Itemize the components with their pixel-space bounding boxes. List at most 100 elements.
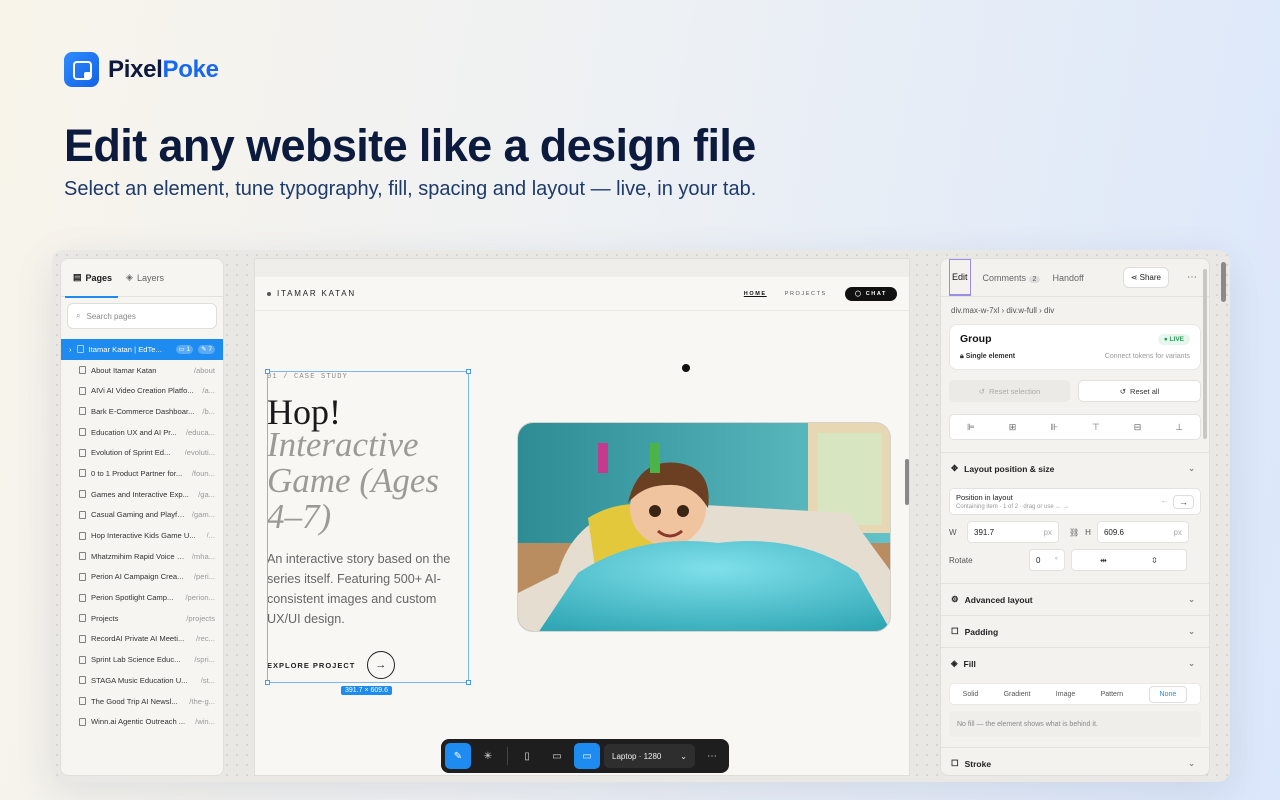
page-item[interactable]: Perion Spotlight Camp.../perion... xyxy=(61,587,223,608)
website-canvas[interactable]: ITAMAR KATAN HOME PROJECTS ◯ CHAT 01 / C… xyxy=(254,258,910,776)
comments-badge: ▭ 1 xyxy=(175,344,194,354)
width-field[interactable]: 391.7 px xyxy=(967,521,1059,543)
page-item[interactable]: Projects/projects xyxy=(61,608,223,629)
fill-tab-none[interactable]: None xyxy=(1148,685,1188,703)
cursor-dot xyxy=(682,364,690,372)
resize-handle[interactable] xyxy=(265,369,270,374)
more-options-button[interactable]: ⋯ xyxy=(699,743,725,769)
chevron-down-icon: ⌄ xyxy=(1188,464,1195,473)
lock-icon: 🔒︎ xyxy=(960,353,964,360)
resize-handle[interactable] xyxy=(466,680,471,685)
align-bottom-icon[interactable]: ⊥ xyxy=(1175,422,1183,433)
advanced-layout-section[interactable]: ⚙ Advanced layout ⌄ xyxy=(941,583,1209,615)
link-icon[interactable]: ⛓ xyxy=(1069,528,1079,537)
page-icon xyxy=(79,510,86,519)
size-row: W 391.7 px ⛓ H 609.6 px xyxy=(949,521,1201,543)
page-icon xyxy=(79,717,86,726)
inspector-scrollbar[interactable] xyxy=(1203,269,1207,439)
align-left-icon[interactable]: ⊫ xyxy=(967,422,975,433)
edit-mode-button[interactable]: ✎ xyxy=(445,743,471,769)
single-element-label: 🔒︎ Single element xyxy=(960,353,1016,360)
page-item[interactable]: Hop Interactive Kids Game U.../... xyxy=(61,525,223,546)
canvas-scrollbar[interactable] xyxy=(905,459,909,505)
arrow-left-icon[interactable]: ← xyxy=(1160,495,1169,509)
tab-comments[interactable]: Comments 2 xyxy=(983,273,1041,283)
align-right-icon[interactable]: ⊪ xyxy=(1050,422,1058,433)
share-button[interactable]: ⋖ Share xyxy=(1122,267,1169,288)
resize-handle[interactable] xyxy=(466,369,471,374)
outer-scrollbar[interactable] xyxy=(1221,262,1226,302)
nav-home[interactable]: HOME xyxy=(744,291,767,297)
undo-icon: ↺ xyxy=(978,386,985,396)
page-item[interactable]: Bark E-Commerce Dashboar.../b... xyxy=(61,401,223,422)
chat-button[interactable]: ◯ CHAT xyxy=(844,286,897,301)
page-item[interactable]: Perion AI Campaign Crea.../peri... xyxy=(61,567,223,588)
mobile-view-button[interactable]: ▯ xyxy=(514,743,540,769)
stroke-section[interactable]: ☐ Stroke ⌄ xyxy=(941,747,1209,775)
arrow-right-icon[interactable]: → xyxy=(1173,494,1194,509)
select-mode-button[interactable]: ✳ xyxy=(475,743,501,769)
page-item[interactable]: Sprint Lab Science Educ.../spri... xyxy=(61,649,223,670)
resize-handle[interactable] xyxy=(265,680,270,685)
brand-name: PixelPoke xyxy=(108,55,219,83)
page-item[interactable]: STAGA Music Education U.../st... xyxy=(61,670,223,691)
padding-section[interactable]: ☐ Padding ⌄ xyxy=(941,615,1209,647)
document-icon: ▤ xyxy=(73,272,82,282)
site-brand[interactable]: ITAMAR KATAN xyxy=(267,289,356,298)
kid-in-bed-illustration xyxy=(518,423,890,631)
fill-section[interactable]: ◈ Fill ⌄ xyxy=(941,647,1209,679)
selection-outline[interactable] xyxy=(265,369,471,685)
rotate-field[interactable]: 0 ° xyxy=(1029,549,1065,571)
page-icon xyxy=(79,366,86,375)
page-item[interactable]: Winn.ai Agentic Outreach .../win... xyxy=(61,711,223,732)
chevron-down-icon: ⌄ xyxy=(1188,759,1195,768)
reset-selection-button[interactable]: ↺ Reset selection xyxy=(949,380,1070,402)
page-item[interactable]: AIVi AI Video Creation Platfo.../a... xyxy=(61,380,223,401)
tablet-view-button[interactable]: ▭ xyxy=(544,743,570,769)
page-item[interactable]: Casual Gaming and Playful.../gam... xyxy=(61,505,223,526)
device-select[interactable]: Laptop · 1280 ⌄ xyxy=(604,744,695,768)
layout-section-header[interactable]: ✥ Layout position & size ⌄ xyxy=(941,452,1209,484)
page-item[interactable]: Education UX and AI Pr.../educa... xyxy=(61,422,223,443)
height-field[interactable]: 609.6 px xyxy=(1096,521,1189,543)
fill-tab-pattern[interactable]: Pattern xyxy=(1101,691,1124,698)
page-item[interactable]: About Itamar Katan/about xyxy=(61,360,223,381)
desktop-view-button[interactable]: ▭ xyxy=(574,743,600,769)
flip-vertical-icon: ⇳ xyxy=(1151,555,1158,565)
align-center-h-icon[interactable]: ⊞ xyxy=(1009,422,1017,433)
fill-tab-image[interactable]: Image xyxy=(1056,691,1075,698)
flip-horizontal-icon: ⇹ xyxy=(1100,555,1107,565)
fill-tab-solid[interactable]: Solid xyxy=(963,691,979,698)
page-item[interactable]: Mhatzmihim Rapid Voice F.../mha... xyxy=(61,546,223,567)
page-icon xyxy=(79,490,86,499)
fill-type-tabs: Solid Gradient Image Pattern None xyxy=(949,683,1201,705)
flip-controls[interactable]: ⇹ ⇳ xyxy=(1071,549,1187,571)
tab-pages[interactable]: ▤ Pages xyxy=(64,259,119,298)
align-top-icon[interactable]: ⊤ xyxy=(1092,422,1100,433)
page-item[interactable]: 0 to 1 Product Partner for.../foun... xyxy=(61,463,223,484)
connect-tokens-link[interactable]: Connect tokens for variants xyxy=(1105,353,1190,361)
selection-dimensions: 391.7 × 609.6 xyxy=(341,686,393,695)
element-breadcrumb[interactable]: div.max-w-7xl › div.w-full › div xyxy=(941,297,1209,324)
tab-layers[interactable]: ◈ Layers xyxy=(126,259,164,297)
project-hero-image[interactable] xyxy=(517,422,891,632)
page-item[interactable]: Evolution of Sprint Ed.../evoluti... xyxy=(61,442,223,463)
page-item[interactable]: Games and Interactive Exp.../ga... xyxy=(61,484,223,505)
undo-icon: ↺ xyxy=(1119,386,1127,396)
align-middle-icon[interactable]: ⊟ xyxy=(1134,422,1142,433)
fill-tab-gradient[interactable]: Gradient xyxy=(1004,691,1031,698)
tab-edit[interactable]: Edit xyxy=(949,259,971,296)
page-item[interactable]: The Good Trip AI Newsl.../the-g... xyxy=(61,691,223,712)
page-item-selected[interactable]: › Itamar Katan | EdTe... ▭ 1 ✎ 7 xyxy=(61,339,223,360)
search-pages-input[interactable]: ⌕ Search pages xyxy=(67,303,217,329)
more-icon[interactable]: ⋯ xyxy=(1181,272,1203,283)
page-icon xyxy=(79,572,86,581)
search-icon: ⌕ xyxy=(76,311,81,320)
page-item[interactable]: RecordAI Private AI Meeti.../rec... xyxy=(61,629,223,650)
tab-handoff[interactable]: Handoff xyxy=(1052,273,1083,283)
toolbar-divider xyxy=(507,747,508,765)
move-icon: ✥ xyxy=(951,463,959,473)
page-icon xyxy=(79,428,86,437)
nav-projects[interactable]: PROJECTS xyxy=(785,291,827,297)
reset-all-button[interactable]: ↺ Reset all xyxy=(1078,380,1201,402)
